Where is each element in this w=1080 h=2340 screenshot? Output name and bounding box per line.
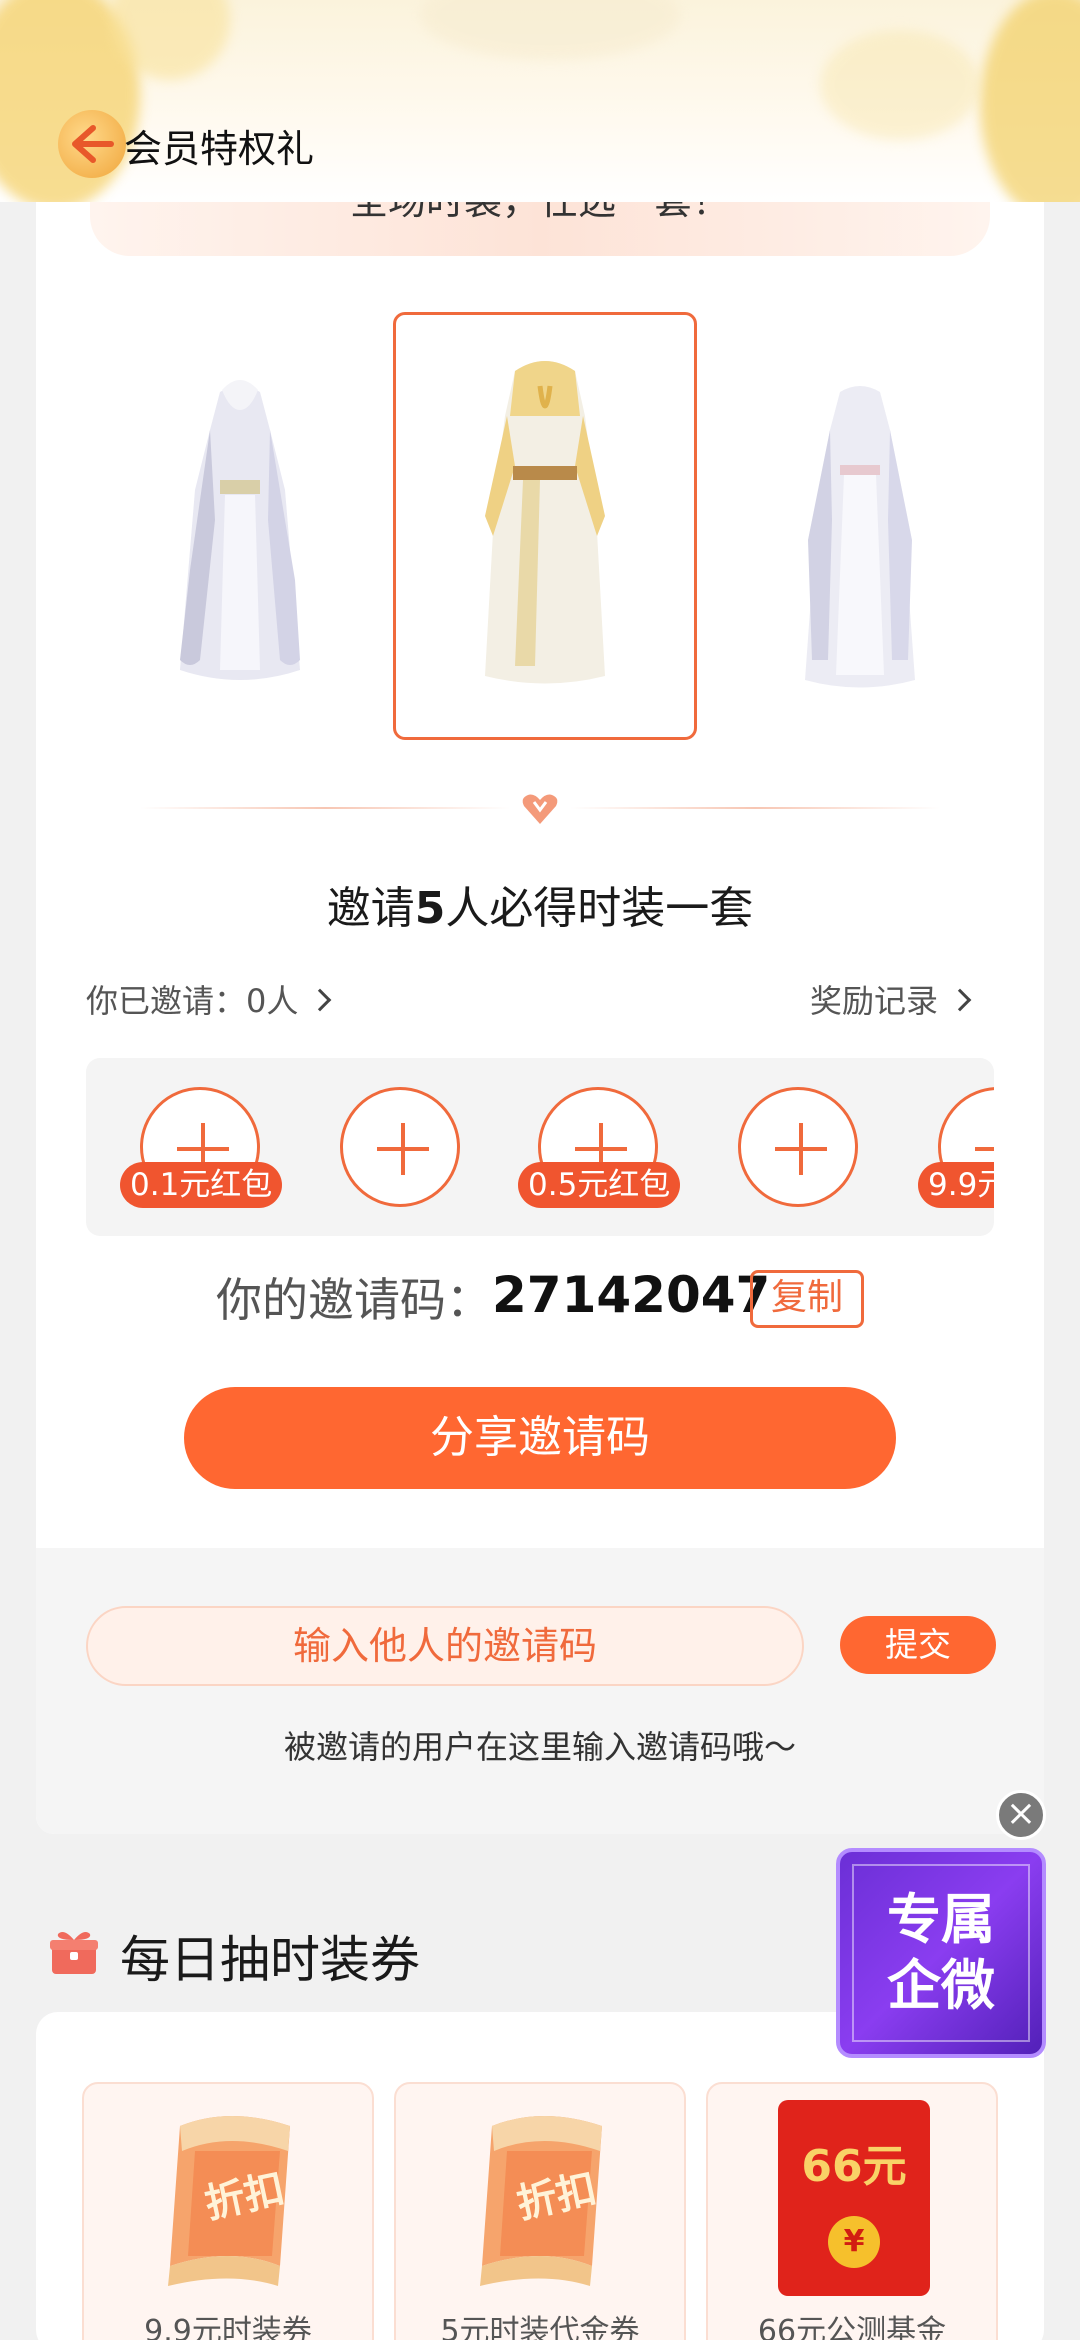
outfit-option-1[interactable] [150,370,330,710]
daily-draw-title: 每日抽时装券 [120,1931,420,1989]
reward-record-link[interactable]: 奖励记录 [810,976,972,1022]
red-envelope-amount: 66元 [801,2141,907,2192]
invite-code-label: 你的邀请码： [216,1273,492,1327]
reward-badge-3: 0.5元红包 [518,1162,681,1208]
page-title: 会员特权礼 [124,127,315,171]
promo-text: 专属 企微 [887,1887,995,2019]
coupon-label: 9.9元时装券 [144,2314,312,2340]
back-button[interactable] [58,110,126,178]
redeem-hint: 被邀请的用户在这里输入邀请码哦～ [283,1728,796,1766]
coupon-item-2[interactable]: 折扣 5元时装代金券 [394,2082,686,2340]
invite-code-input[interactable]: 输入他人的邀请码 [86,1606,804,1686]
invite-slot-2[interactable] [340,1087,460,1207]
outfit-option-2-selected[interactable] [393,312,697,740]
chevron-right-icon [309,988,332,1012]
share-invite-code-button[interactable]: 分享邀请码 [184,1387,896,1489]
divider-right [570,807,940,809]
copy-button[interactable]: 复制 [750,1270,864,1328]
promo-line-2: 企微 [887,1954,995,2017]
plus-icon [975,1147,994,1151]
invite-title-prefix: 邀请 [326,883,415,934]
invite-title-suffix: 人必得时装一套 [445,883,754,934]
invite-slots: 0.1元红包 0.5元红包 9.9元红包 [86,1058,994,1236]
heart-icon [522,794,558,824]
plus-icon-vertical [401,1123,405,1175]
submit-button[interactable]: 提交 [840,1616,996,1674]
wecom-promo-badge[interactable]: 专属 企微 [836,1848,1046,2058]
coupon-item-3[interactable]: 66元 ¥ 66元公测基金 [706,2082,998,2340]
outfit-image [805,386,915,688]
promo-frame: 专属 企微 [852,1864,1030,2042]
invite-slot-4[interactable] [738,1087,858,1207]
coupon-label: 5元时装代金券 [440,2314,640,2340]
coupon-label: 66元公测基金 [757,2314,947,2340]
coupon-item-1[interactable]: 折扣 9.9元时装券 [82,2082,374,2340]
invite-title: 邀请5人必得时装一套 [0,872,1080,936]
red-envelope-icon: 66元 ¥ [778,2100,930,2296]
outfit-option-3[interactable] [770,370,950,710]
back-arrow-icon [72,125,114,163]
gift-icon [50,1932,98,1974]
yuan-icon: ¥ [828,2216,880,2268]
reward-record-label: 奖励记录 [810,982,939,1020]
chevron-right-icon [948,988,972,1012]
divider-left [140,807,510,809]
close-icon[interactable]: × [996,1790,1046,1840]
invited-count-label: 你已邀请：0人 [86,982,299,1020]
redeem-code-section [36,1548,1044,1834]
reward-badge-1: 0.1元红包 [120,1162,283,1208]
invite-code-value: 27142047 [492,1266,771,1324]
page-header: 会员特权礼 [0,0,1080,202]
outfit-image [485,361,605,684]
plus-icon-vertical [799,1123,803,1175]
promo-line-1: 专属 [887,1888,995,1951]
reward-badge-5: 9.9元红包 [918,1162,994,1208]
invited-count-link[interactable]: 你已邀请：0人 [86,976,332,1022]
outfit-image [180,380,300,680]
invite-title-count: 5 [414,883,446,934]
